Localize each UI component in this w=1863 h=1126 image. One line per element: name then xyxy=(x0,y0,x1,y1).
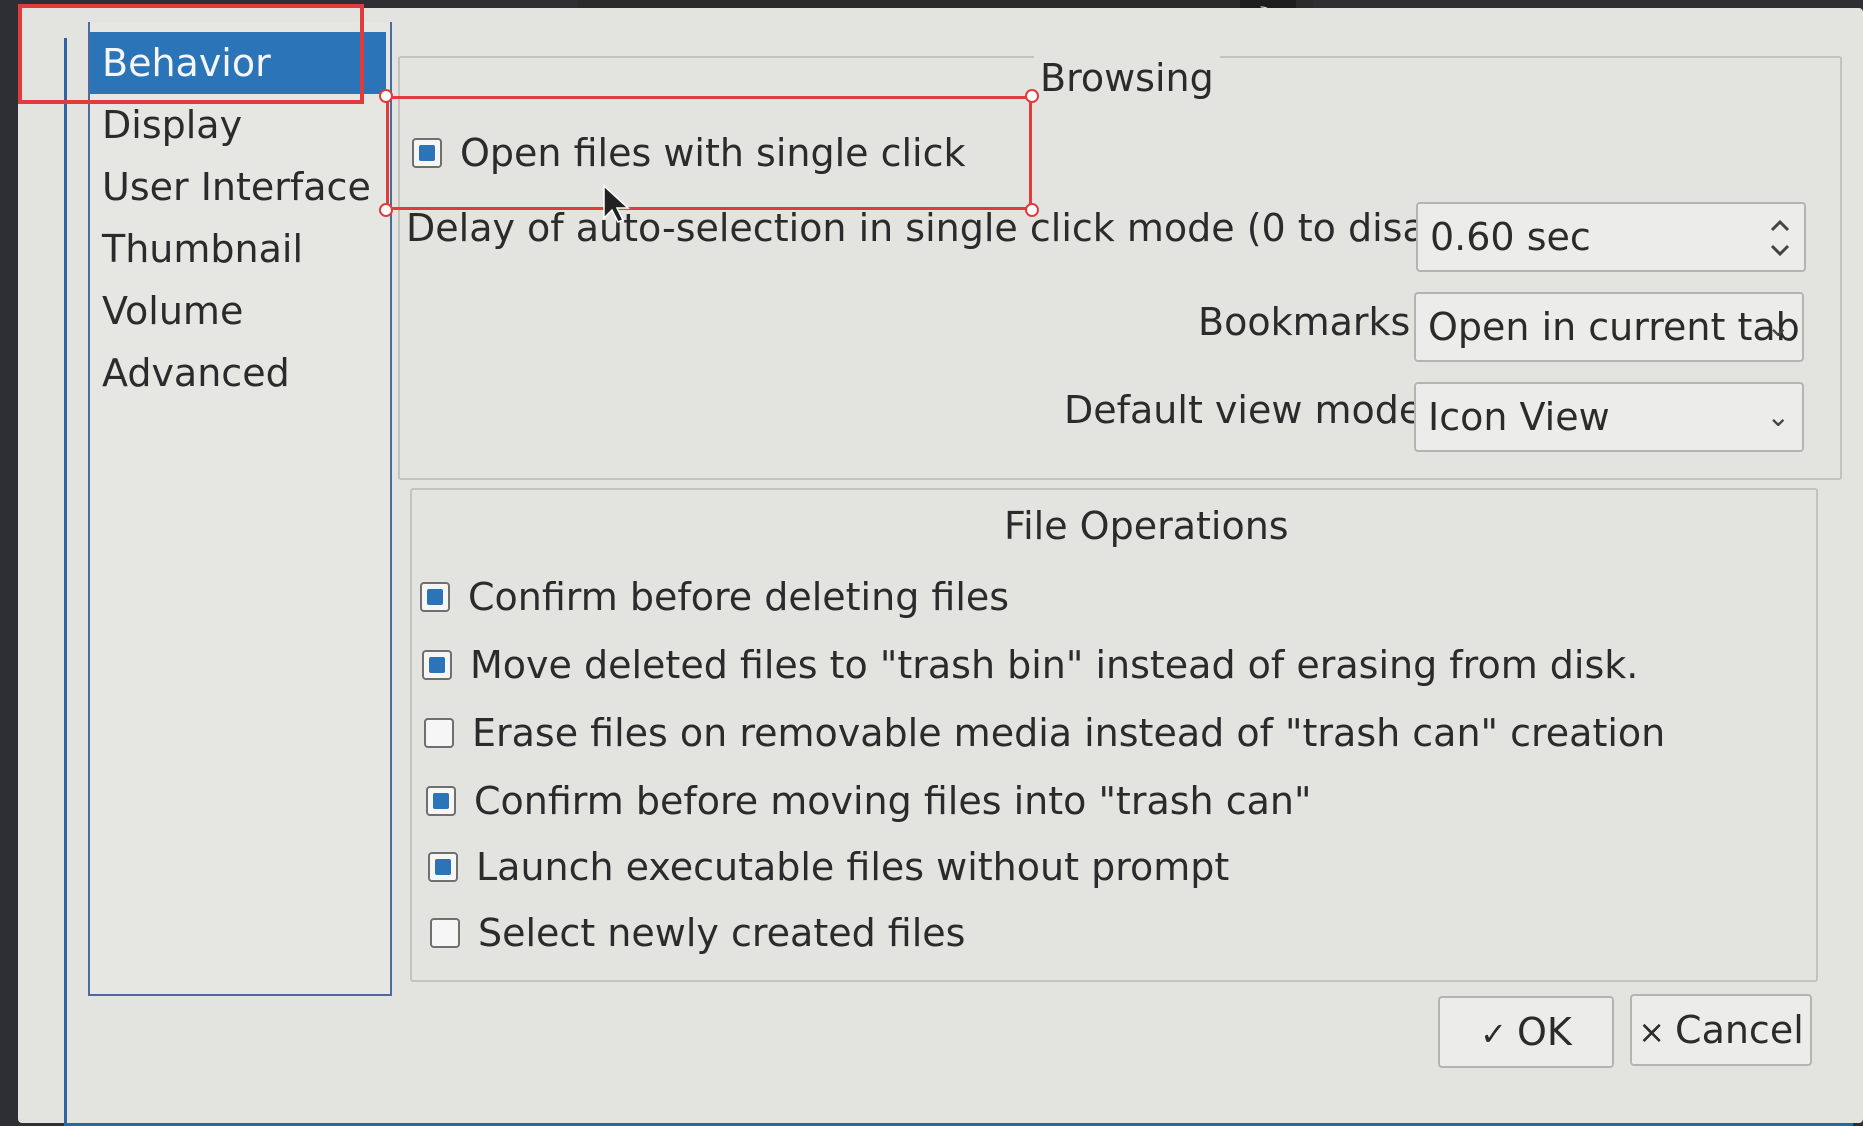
move-to-trash-label: Move deleted files to "trash bin" instea… xyxy=(470,643,1639,687)
delay-value: 0.60 sec xyxy=(1430,215,1591,259)
erase-removable-checkbox[interactable] xyxy=(424,718,454,748)
launch-executable-checkbox[interactable] xyxy=(428,852,458,882)
preferences-dialog: Behavior Display User Interface Thumbnai… xyxy=(18,8,1863,1126)
view-mode-value: Icon View xyxy=(1428,395,1610,439)
annotation-handle[interactable] xyxy=(1025,203,1039,217)
confirm-trash-label: Confirm before moving files into "trash … xyxy=(474,779,1312,823)
file-operations-title: File Operations xyxy=(998,504,1295,548)
mouse-cursor-icon xyxy=(603,184,630,223)
view-mode-select[interactable]: Icon View ⌄ xyxy=(1414,382,1804,452)
select-new-files-option[interactable]: Select newly created files xyxy=(430,908,965,958)
cancel-button[interactable]: × Cancel xyxy=(1630,994,1812,1066)
spin-arrows-icon[interactable] xyxy=(1766,210,1794,266)
bookmarks-value: Open in current tab xyxy=(1428,305,1800,349)
annotation-handle[interactable] xyxy=(379,203,393,217)
confirm-trash-checkbox[interactable] xyxy=(426,786,456,816)
browsing-title: Browsing xyxy=(1034,56,1220,100)
move-to-trash-option[interactable]: Move deleted files to "trash bin" instea… xyxy=(422,640,1638,690)
checkmark-icon: ✓ xyxy=(1480,1015,1507,1053)
chevron-down-icon: ⌄ xyxy=(1766,400,1790,433)
confirm-trash-option[interactable]: Confirm before moving files into "trash … xyxy=(426,776,1311,826)
move-to-trash-checkbox[interactable] xyxy=(422,650,452,680)
launch-executable-label: Launch executable files without prompt xyxy=(476,845,1230,889)
annotation-handle[interactable] xyxy=(379,89,393,103)
annotation-handle[interactable] xyxy=(1025,89,1039,103)
sidebar-item-volume[interactable]: Volume xyxy=(90,280,386,342)
erase-removable-label: Erase files on removable media instead o… xyxy=(472,711,1666,755)
launch-executable-option[interactable]: Launch executable files without prompt xyxy=(428,842,1229,892)
sidebar-item-advanced[interactable]: Advanced xyxy=(90,342,386,404)
confirm-delete-label: Confirm before deleting files xyxy=(468,575,1010,619)
selection-annotation-box xyxy=(18,4,364,104)
select-new-files-label: Select newly created files xyxy=(478,911,966,955)
delay-spinbox[interactable]: 0.60 sec xyxy=(1416,202,1806,272)
sidebar-item-thumbnail[interactable]: Thumbnail xyxy=(90,218,386,280)
view-mode-label: Default view mode: xyxy=(1064,388,1436,432)
ok-button[interactable]: ✓ OK xyxy=(1438,996,1614,1068)
chevron-down-icon: ⌄ xyxy=(1766,310,1790,343)
sidebar-item-user-interface[interactable]: User Interface xyxy=(90,156,386,218)
bookmarks-select[interactable]: Open in current tab ⌄ xyxy=(1414,292,1804,362)
bookmarks-label: Bookmarks: xyxy=(1198,300,1424,344)
ok-label: OK xyxy=(1516,1010,1572,1054)
select-new-files-checkbox[interactable] xyxy=(430,918,460,948)
confirm-delete-option[interactable]: Confirm before deleting files xyxy=(420,572,1009,622)
cancel-label: Cancel xyxy=(1675,1008,1804,1052)
confirm-delete-checkbox[interactable] xyxy=(420,582,450,612)
delay-label: Delay of auto-selection in single click … xyxy=(406,206,1499,250)
close-icon: × xyxy=(1638,1013,1666,1051)
erase-removable-option[interactable]: Erase files on removable media instead o… xyxy=(424,708,1665,758)
annotation-box xyxy=(386,96,1032,210)
category-sidebar: Behavior Display User Interface Thumbnai… xyxy=(88,22,392,996)
